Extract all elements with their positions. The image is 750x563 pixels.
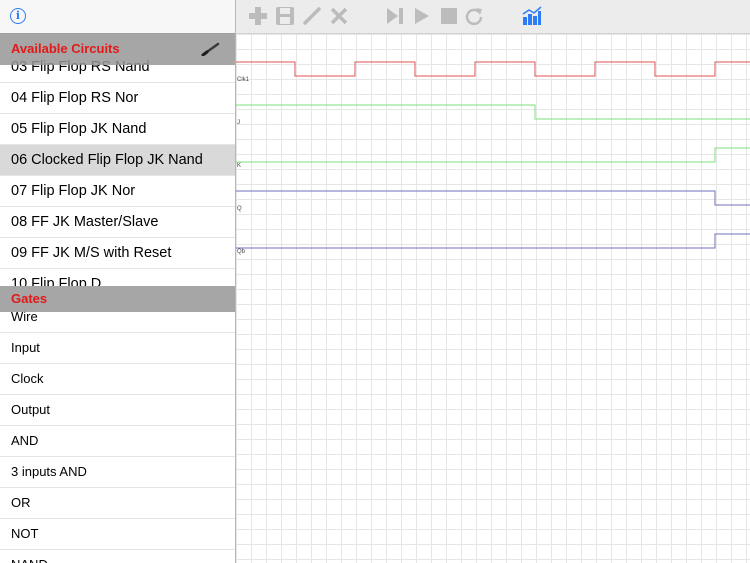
waveform-canvas [236, 61, 750, 249]
signal-label: Qb [237, 249, 246, 255]
signal-label: K [237, 163, 242, 169]
gate-item[interactable]: NOT [0, 519, 235, 550]
signal-label: Clk1 [237, 77, 250, 83]
stop-icon[interactable] [439, 6, 459, 26]
add-icon[interactable] [248, 6, 268, 26]
circuit-item[interactable]: 08 FF JK Master/Slave [0, 207, 235, 238]
circuit-item[interactable]: 10 Flip Flop D [0, 269, 235, 286]
waveform-qb [236, 233, 750, 249]
gate-item[interactable]: AND [0, 426, 235, 457]
gate-item[interactable]: OR [0, 488, 235, 519]
play-icon[interactable] [412, 6, 432, 26]
gate-item[interactable]: Input [0, 333, 235, 364]
waveform-clk1 [236, 61, 750, 77]
circuit-list: 03 Flip Flop RS Nand 04 Flip Flop RS Nor 0… [0, 52, 235, 286]
info-bar: i [0, 0, 235, 34]
waveform-q [236, 190, 750, 206]
waveform-k [236, 147, 750, 163]
gate-item[interactable]: Clock [0, 364, 235, 395]
circuit-item[interactable]: 05 Flip Flop JK Nand [0, 114, 235, 145]
gate-item[interactable]: Output [0, 395, 235, 426]
signal-label: Q [237, 206, 242, 212]
edit-icon[interactable] [302, 6, 322, 26]
delete-icon[interactable] [329, 6, 349, 26]
brush-icon[interactable] [201, 42, 221, 56]
gate-item[interactable]: 3 inputs AND [0, 457, 235, 488]
gates-header-label: Gates [11, 291, 48, 306]
circuits-header-label: Available Circuits [11, 41, 120, 56]
circuits-section-header: Available Circuits [0, 33, 235, 65]
toolbar [236, 0, 750, 34]
gates-section-header: Gates [0, 286, 235, 312]
chart-icon[interactable] [522, 6, 542, 26]
circuit-item[interactable]: 06 Clocked Flip Flop JK Nand [0, 145, 235, 176]
info-icon[interactable]: i [10, 8, 26, 24]
timing-diagram[interactable]: Clk1 J K Q Qb [236, 34, 750, 563]
circuit-item[interactable]: 04 Flip Flop RS Nor [0, 83, 235, 114]
left-panel: i Available Circuits 03 Flip Flop RS Nan… [0, 0, 236, 563]
signal-label: J [237, 120, 240, 126]
circuit-item[interactable]: 07 Flip Flop JK Nor [0, 176, 235, 207]
gate-item[interactable]: NAND [0, 550, 235, 563]
gate-list: Wire Input Clock Output AND 3 inputs AND OR NOT… [0, 302, 235, 563]
circuit-item[interactable]: 09 FF JK M/S with Reset [0, 238, 235, 269]
waveform-j [236, 104, 750, 120]
save-icon[interactable] [275, 6, 295, 26]
step-icon[interactable] [385, 6, 405, 26]
reset-icon[interactable] [464, 6, 484, 26]
